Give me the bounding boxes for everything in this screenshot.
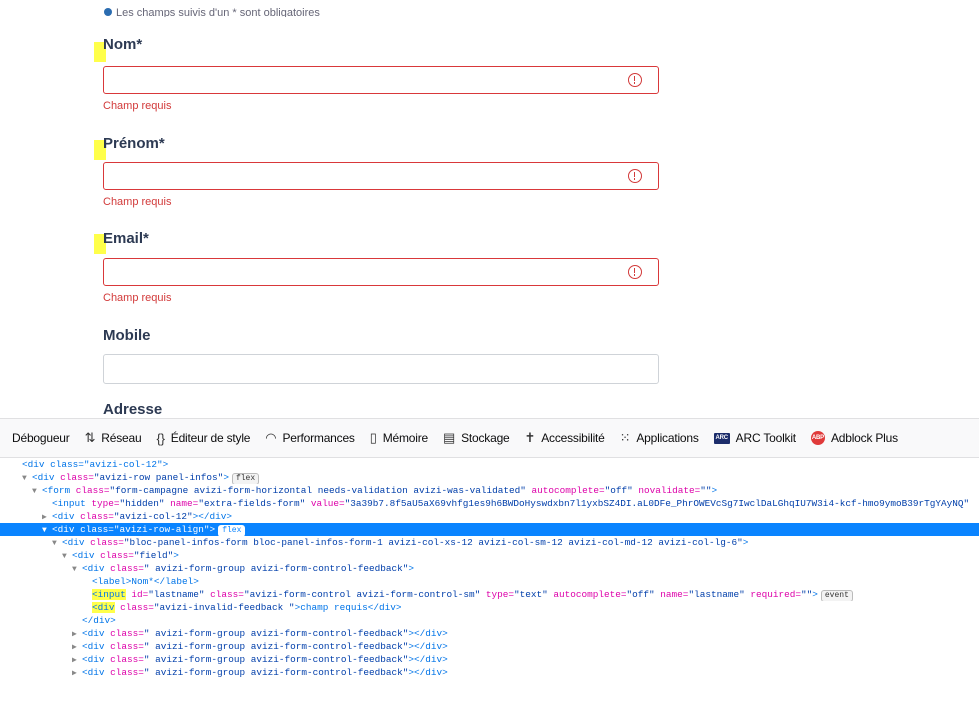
network-icon: ⇅	[84, 430, 96, 445]
form-area: Les champs suivis d'un * sont obligatoir…	[0, 0, 979, 418]
nom-error: Champ requis	[103, 100, 172, 112]
devtools-toolbar: Débogueur ⇅ Réseau {} Éditeur de style ◠ Pe…	[0, 418, 979, 458]
nom-input[interactable]	[103, 66, 659, 94]
field-label-email: Email*	[103, 230, 149, 247]
field-label-adresse: Adresse	[103, 401, 163, 418]
markup-line[interactable]: ▼ <div class="bloc-panel-infos-form bloc-…	[0, 536, 979, 549]
email-error: Champ requis	[103, 292, 172, 304]
markup-line[interactable]: ▶ <div class=" avizi-form-group avizi-for…	[0, 640, 979, 653]
markup-line[interactable]: ▼ <div class="avizi-row panel-infos"> flex	[0, 471, 979, 484]
collapse-arrow-icon[interactable]: ▶	[72, 654, 82, 666]
expand-arrow-icon[interactable]: ▼	[52, 537, 62, 549]
error-icon	[628, 169, 642, 183]
markup-line[interactable]: ▼ <div class="field">	[0, 549, 979, 562]
performance-icon: ◠	[265, 430, 277, 445]
style-editor-icon: {}	[156, 430, 165, 446]
mobile-input[interactable]	[103, 354, 659, 384]
expand-arrow-icon[interactable]: ▼	[62, 550, 72, 562]
arc-toolkit-icon: ARC	[713, 432, 730, 444]
tab-adblock-plus[interactable]: ABP Adblock Plus	[810, 431, 898, 445]
prenom-input[interactable]	[103, 162, 659, 190]
memory-icon: ▯	[369, 430, 377, 445]
tab-performance[interactable]: ◠ Performances	[265, 430, 355, 446]
expand-arrow-icon[interactable]: ▼	[22, 472, 32, 484]
markup-line[interactable]: ▶ <div class=" avizi-form-group avizi-for…	[0, 653, 979, 666]
markup-line[interactable]: ▼ <form class="form-campagne avizi-form-h…	[0, 484, 979, 497]
info-icon	[104, 8, 112, 16]
markup-line[interactable]: <input type="hidden" name="extra-fields-…	[0, 497, 979, 510]
expand-arrow-icon[interactable]: ▼	[42, 524, 52, 536]
flex-badge[interactable]: flex	[218, 525, 246, 536]
applications-icon: ⁙	[619, 430, 631, 445]
markup-line[interactable]: <label>Nom*</label>	[0, 575, 979, 588]
markup-inspector: <div class="avizi-col-12"> ▼ <div class="…	[0, 458, 979, 713]
expand-arrow-icon[interactable]: ▼	[72, 563, 82, 575]
storage-icon: ▤	[442, 430, 456, 445]
tab-debugger[interactable]: Débogueur	[12, 431, 70, 445]
error-icon	[628, 73, 642, 87]
prenom-error: Champ requis	[103, 196, 172, 208]
tab-memory[interactable]: ▯ Mémoire	[370, 430, 428, 446]
markup-line-selected[interactable]: ▼ <div class="avizi-row-align"> flex	[0, 523, 979, 536]
adblock-plus-icon: ABP	[810, 431, 825, 445]
markup-line[interactable]: <div class="avizi-invalid-feedback ">cha…	[0, 601, 979, 614]
markup-line[interactable]: <input id="lastname" class="avizi-form-c…	[0, 588, 979, 601]
tab-applications[interactable]: ⁙ Applications	[620, 430, 699, 446]
field-label-mobile: Mobile	[103, 327, 151, 344]
tab-style-editor[interactable]: {} Éditeur de style	[156, 431, 250, 446]
field-label-nom: Nom*	[103, 36, 143, 53]
collapse-arrow-icon[interactable]: ▶	[42, 511, 52, 523]
markup-line[interactable]: <div class="avizi-col-12">	[0, 458, 979, 471]
collapse-arrow-icon[interactable]: ▶	[72, 667, 82, 679]
tab-storage[interactable]: ▤ Stockage	[443, 430, 510, 446]
error-icon	[628, 265, 642, 279]
tab-network[interactable]: ⇅ Réseau	[85, 430, 142, 446]
markup-line[interactable]: ▶ <div class=" avizi-form-group avizi-for…	[0, 666, 979, 679]
collapse-arrow-icon[interactable]: ▶	[72, 628, 82, 640]
required-fields-note: Les champs suivis d'un * sont obligatoir…	[104, 8, 320, 17]
tab-arc-toolkit[interactable]: ARC ARC Toolkit	[713, 431, 796, 445]
event-badge[interactable]: event	[820, 590, 853, 601]
flex-badge[interactable]: flex	[231, 473, 260, 484]
field-label-prenom: Prénom*	[103, 135, 165, 152]
markup-line[interactable]: ▶ <div class=" avizi-form-group avizi-for…	[0, 627, 979, 640]
email-input[interactable]	[103, 258, 659, 286]
tab-accessibility[interactable]: ✝ Accessibilité	[525, 430, 605, 446]
expand-arrow-icon[interactable]: ▼	[32, 485, 42, 497]
markup-line[interactable]: </div>	[0, 614, 979, 627]
accessibility-icon: ✝	[524, 430, 536, 445]
markup-line[interactable]: ▶ <div class="avizi-col-12"></div>	[0, 510, 979, 523]
collapse-arrow-icon[interactable]: ▶	[72, 641, 82, 653]
markup-line[interactable]: ▼ <div class=" avizi-form-group avizi-for…	[0, 562, 979, 575]
